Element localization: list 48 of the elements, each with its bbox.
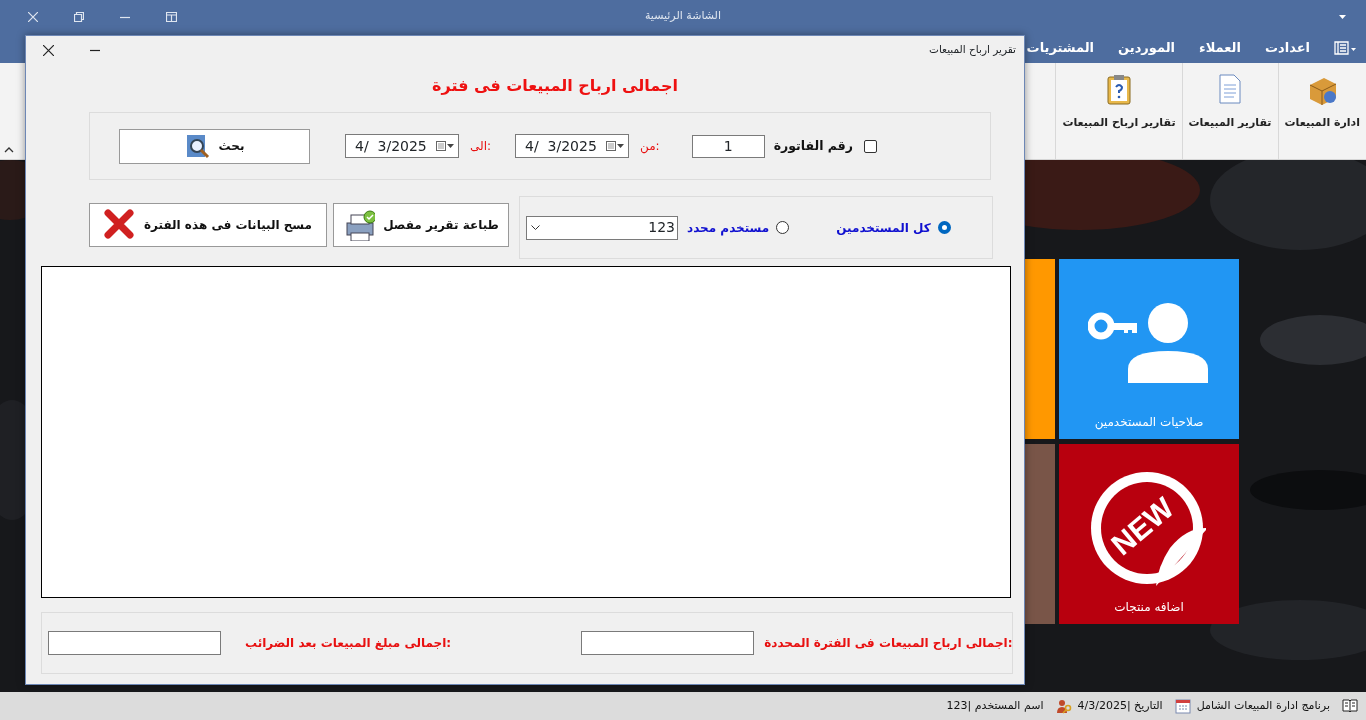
status-text: برنامج ادارة المبيعات الشامل: [1196, 697, 1330, 714]
dropdown-icon[interactable]: [1339, 14, 1346, 19]
invoice-checkbox[interactable]: [863, 139, 877, 153]
close-icon[interactable]: [43, 44, 54, 56]
search-button[interactable]: بحث: [119, 128, 310, 164]
calendar-dropdown-icon[interactable]: [436, 141, 454, 151]
printer-icon: [343, 209, 376, 241]
collapse-icon[interactable]: [4, 147, 14, 153]
status-text: اسم المستخدم |123: [946, 697, 1044, 714]
invoice-field[interactable]: 1: [691, 134, 765, 158]
radio-label: كل المستخدمين: [836, 219, 931, 237]
radio-button[interactable]: [937, 221, 951, 234]
restore-icon[interactable]: [74, 11, 84, 22]
invoice-label: رقم الفاتورة: [773, 136, 853, 155]
chevron-down-icon: [531, 224, 540, 231]
menu-icon[interactable]: [1334, 41, 1356, 55]
window-icon[interactable]: [166, 11, 177, 22]
user-icon: [1055, 698, 1072, 714]
total-label: اجمالى ارباح المبيعات فى الفترة المحددة:: [764, 635, 1013, 652]
tile-label: صلاحيات المستخدمين: [1094, 414, 1204, 431]
date-field[interactable]: 4/ 3/2025: [515, 134, 630, 158]
calendar-dropdown-icon[interactable]: [606, 141, 625, 151]
cross-icon: [104, 209, 136, 241]
ribbon-button[interactable]: تقارير ارباح المبيعات: [1055, 63, 1182, 159]
ribbon-button[interactable]: تقارير المبيعات: [1181, 63, 1278, 159]
radio-label: مستخدم محدد: [687, 219, 770, 237]
action-button[interactable]: مسح البيانات فى هذه الفترة: [89, 203, 327, 247]
user-key-icon: [1088, 303, 1210, 383]
tile-label: اضافه منتجات: [1114, 599, 1184, 616]
menu-tab[interactable]: الموردين: [1118, 38, 1176, 58]
user-combo[interactable]: 123: [526, 215, 678, 240]
date-label: الى:: [470, 138, 492, 155]
menu-tab[interactable]: المشتريات: [1026, 38, 1095, 58]
book-icon: [1342, 698, 1358, 714]
date-label: من:: [640, 138, 660, 155]
menu-tab[interactable]: اعدادت: [1264, 38, 1310, 58]
dialog-title: تقرير ارباح المبيعات: [929, 42, 1016, 58]
total-label: اجمالى مبلغ المبيعات بعد الضرائب:: [245, 635, 452, 652]
calendar-icon: [1174, 698, 1191, 714]
action-button[interactable]: طباعة تقرير مفصل: [333, 203, 509, 247]
radio-button[interactable]: [776, 221, 790, 234]
ribbon-button[interactable]: ادارة المبيعات: [1277, 63, 1366, 159]
window-title: الشاشة الرئيسية: [644, 8, 722, 25]
date-field[interactable]: 4/ 3/2025: [345, 134, 459, 158]
status-text: التاريخ |4/3/2025: [1077, 697, 1163, 714]
report-heading: اجمالى ارباح المبيعات فى فترة: [431, 75, 679, 97]
menu-tab[interactable]: العملاء: [1199, 38, 1241, 58]
magnifier-icon: [184, 133, 211, 159]
